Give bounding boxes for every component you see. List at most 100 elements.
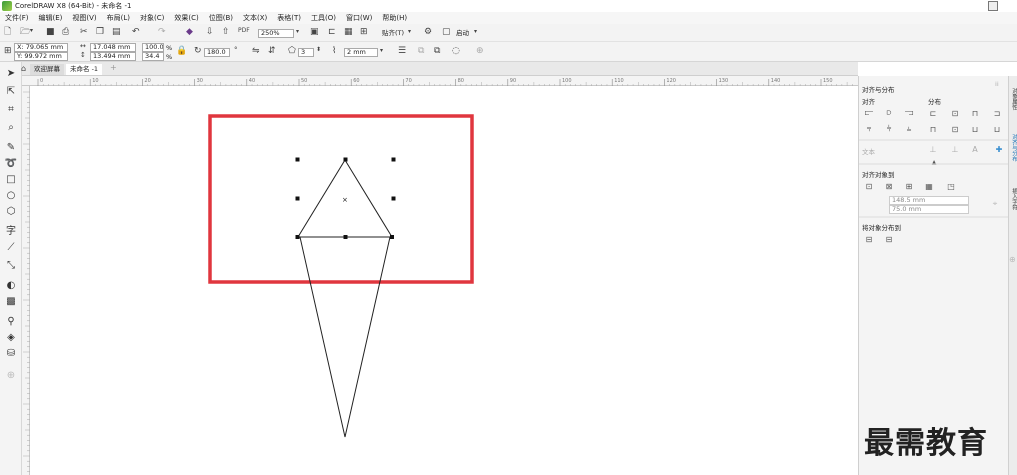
undo-icon[interactable]: ↶ xyxy=(132,28,140,37)
text-align-last-line-icon[interactable]: ⊥ xyxy=(949,143,961,155)
artistic-media-icon[interactable]: ➰ xyxy=(4,156,18,170)
text-align-bounding-icon[interactable]: A xyxy=(969,143,981,155)
polygon-tool-icon[interactable]: ⬡ xyxy=(4,204,18,218)
shape-tool-icon[interactable]: ⇱ xyxy=(4,84,18,98)
transparency-icon[interactable]: ▩ xyxy=(4,294,18,308)
distribute-right-icon[interactable]: ⊐ xyxy=(991,107,1003,119)
object-origin-icon[interactable]: ⊞ xyxy=(4,47,12,56)
home-icon[interactable]: ⌂ xyxy=(21,65,26,73)
redo-icon[interactable]: ↷ xyxy=(158,28,166,37)
drawing-canvas[interactable]: × xyxy=(30,86,858,475)
quick-customize-icon[interactable]: ⊕ xyxy=(476,47,484,56)
smart-fill-icon[interactable]: ⛁ xyxy=(4,346,18,360)
selection-handle-bottom-left[interactable] xyxy=(295,235,300,239)
to-back-icon[interactable]: ⧉ xyxy=(434,47,440,56)
launch-dropdown-icon[interactable]: ▾ xyxy=(474,29,477,35)
specified-point-x-field[interactable]: 148.5 mm xyxy=(889,196,969,205)
distribute-to-selection-icon[interactable]: ⊟ xyxy=(863,233,875,245)
distribute-center-vertical-icon[interactable]: ⊡ xyxy=(949,123,961,135)
active-object-icon[interactable]: ⊡ xyxy=(863,180,875,192)
outline-dropdown-icon[interactable]: ▾ xyxy=(380,48,383,54)
full-screen-icon[interactable]: ▣ xyxy=(310,28,319,37)
zoom-tool-icon[interactable]: ⌕ xyxy=(4,120,18,134)
selection-handle-bottom[interactable] xyxy=(343,235,348,239)
application-launcher-icon[interactable]: ▢ xyxy=(442,28,451,37)
interactive-fill-icon[interactable]: ◈ xyxy=(4,330,18,344)
ellipse-tool-icon[interactable]: ○ xyxy=(4,188,18,202)
scale-width-field[interactable]: 100.0 xyxy=(142,43,164,52)
zoom-level-field[interactable]: 250% xyxy=(258,29,294,38)
menu-layout[interactable]: 布局(L) xyxy=(102,13,135,23)
parallel-dimension-icon[interactable]: ⟋ xyxy=(4,240,18,254)
copy-icon[interactable]: ❐ xyxy=(96,28,104,37)
print-icon[interactable]: ⎙ xyxy=(62,28,69,37)
snap-dropdown-icon[interactable]: ▾ xyxy=(408,29,411,35)
to-front-icon[interactable]: ⧉ xyxy=(418,47,424,56)
save-icon[interactable]: ■ xyxy=(46,28,55,37)
align-right-icon[interactable]: ⫎ xyxy=(903,107,915,119)
search-content-icon[interactable]: ◆ xyxy=(186,28,193,37)
mirror-horizontal-icon[interactable]: ⇋ xyxy=(252,47,260,56)
position-y-field[interactable]: Y: 99.972 mm xyxy=(14,52,68,61)
menu-help[interactable]: 帮助(H) xyxy=(377,13,412,23)
export-icon[interactable]: ⇧ xyxy=(222,28,230,37)
add-tool-icon[interactable]: ⊕ xyxy=(4,368,18,382)
tab-document[interactable]: 未命名 -1 xyxy=(66,64,103,75)
page-edge-icon[interactable]: ⊠ xyxy=(883,180,895,192)
show-rulers-icon[interactable]: ⊏ xyxy=(328,28,336,37)
align-top-icon[interactable]: ⫧ xyxy=(863,123,875,135)
rectangle-tool-icon[interactable]: □ xyxy=(4,172,18,186)
menu-tools[interactable]: 工具(O) xyxy=(306,13,341,23)
mirror-vertical-icon[interactable]: ⇵ xyxy=(268,47,276,56)
outline-width-field[interactable]: 2 mm xyxy=(344,48,378,57)
tab-insert-character[interactable]: 插入字符 xyxy=(1009,188,1017,210)
crop-tool-icon[interactable]: ⌗ xyxy=(4,102,18,116)
tab-object-properties[interactable]: 对象属性 xyxy=(1009,88,1017,110)
tab-welcome-screen[interactable]: 欢迎屏幕 xyxy=(30,64,64,75)
page-center-icon[interactable]: ⊞ xyxy=(903,180,915,192)
lock-ratio-icon[interactable]: 🔒 xyxy=(176,47,187,56)
menu-file[interactable]: 文件(F) xyxy=(0,13,34,23)
pick-tool-icon[interactable]: ➤ xyxy=(4,66,18,80)
distribute-bottom-icon[interactable]: ⊔ xyxy=(991,123,1003,135)
options-gear-icon[interactable]: ⚙ xyxy=(424,28,432,37)
collapse-section-icon[interactable]: ▲ xyxy=(928,156,940,168)
text-tool-icon[interactable]: 字 xyxy=(4,222,18,237)
menu-view[interactable]: 视图(V) xyxy=(67,13,101,23)
text-align-first-line-icon[interactable]: ⊥ xyxy=(927,143,939,155)
eyedropper-icon[interactable]: ⚲ xyxy=(4,314,18,328)
drop-shadow-icon[interactable]: ◐ xyxy=(4,278,18,292)
selection-handle-top-left[interactable] xyxy=(295,157,300,162)
import-icon[interactable]: ⇩ xyxy=(206,28,214,37)
pin-docker-icon[interactable]: ✚ xyxy=(993,143,1005,155)
new-tab-icon[interactable]: + xyxy=(110,64,117,72)
cone-triangle[interactable] xyxy=(299,236,391,438)
paste-icon[interactable]: ▤ xyxy=(112,28,121,37)
selection-handle-top-right[interactable] xyxy=(391,157,396,162)
distribute-top-icon[interactable]: ⊓ xyxy=(927,123,939,135)
menu-table[interactable]: 表格(T) xyxy=(272,13,306,23)
selection-handle-left[interactable] xyxy=(295,196,300,201)
specified-point-y-field[interactable]: 75.0 mm xyxy=(889,205,969,214)
distribute-to-page-icon[interactable]: ⊟ xyxy=(883,233,895,245)
horizontal-ruler[interactable]: 0 10 20 30 40 50 60 70 80 90 100 110 120 130 140 150 xyxy=(22,76,858,86)
grid-icon[interactable]: ▦ xyxy=(923,180,935,192)
scale-height-field[interactable]: 34.4 xyxy=(142,52,164,61)
rotation-angle-field[interactable]: 180.0 xyxy=(204,48,230,57)
menu-effects[interactable]: 效果(C) xyxy=(169,13,203,23)
sides-spinner-icon[interactable]: ⬍ xyxy=(316,47,321,53)
specified-point-icon[interactable]: ◳ xyxy=(945,180,957,192)
freehand-tool-icon[interactable]: ✎ xyxy=(4,140,18,154)
restore-window-button[interactable] xyxy=(988,1,998,11)
docker-options-icon[interactable]: ⁞⁞ xyxy=(995,82,999,88)
position-x-field[interactable]: X: 79.065 mm xyxy=(14,43,68,52)
menu-object[interactable]: 对象(C) xyxy=(135,13,169,23)
menu-edit[interactable]: 编辑(E) xyxy=(34,13,68,23)
align-center-vertical-icon[interactable]: ⫩ xyxy=(883,123,895,135)
polygon-sides-field[interactable]: 3 xyxy=(298,48,314,57)
menu-bitmaps[interactable]: 位图(B) xyxy=(204,13,238,23)
select-point-icon[interactable]: ⌖ xyxy=(989,198,1001,210)
snap-to-menu[interactable]: 贴齐(T) xyxy=(382,29,404,37)
add-docker-icon[interactable]: ⊕ xyxy=(1009,256,1016,264)
align-bottom-icon[interactable]: ⫨ xyxy=(903,123,915,135)
